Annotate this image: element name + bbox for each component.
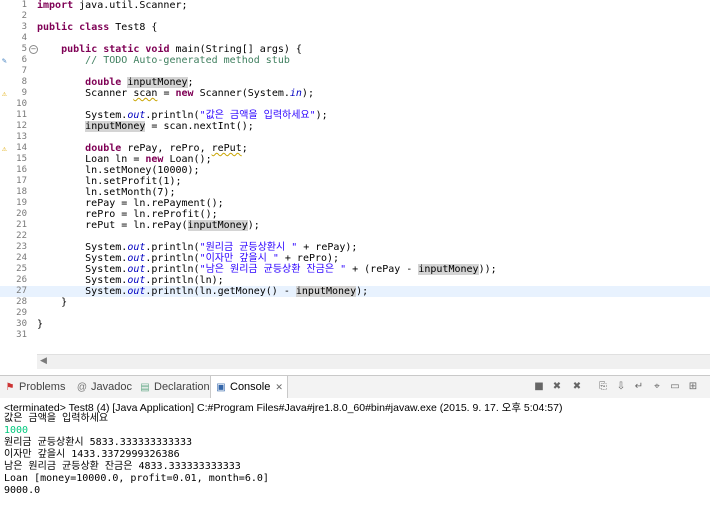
code-line[interactable]: 4 <box>0 33 710 44</box>
code-line[interactable]: 5− public static void main(String[] args… <box>0 44 710 55</box>
remove-launch-icon[interactable]: ✖ <box>550 380 564 394</box>
console-line: 이자만 갚을시 1433.3372999326386 <box>4 449 180 460</box>
code-line[interactable]: 17 ln.setProfit(1); <box>0 176 710 187</box>
code-line[interactable]: 14 ⚠ double rePay, rePro, rePut; <box>0 143 710 154</box>
code-line[interactable]: 23 System.out.println("원리금 균등상환시 " + reP… <box>0 242 710 253</box>
code-line[interactable]: 20 rePro = ln.reProfit(); <box>0 209 710 220</box>
code-line[interactable]: 19 rePay = ln.rePayment(); <box>0 198 710 209</box>
code-line-current[interactable]: 27 System.out.println(ln.getMoney() - in… <box>0 286 710 297</box>
code-line[interactable]: 29 <box>0 308 710 319</box>
display-selected-console-icon[interactable]: ▭ <box>668 380 682 394</box>
console-input-line: 1000 <box>4 425 29 436</box>
code-editor[interactable]: 1 import java.util.Scanner; 2 3 public cla… <box>0 0 710 354</box>
code-line[interactable]: 3 public class Test8 { <box>0 22 710 33</box>
tab-console[interactable]: ▣ Console ✕ <box>210 376 288 398</box>
bottom-view-tabs: ⚑ Problems @ Javadoc ▤ Declaration ▣ Console… <box>0 375 710 399</box>
at-sign-icon: @ <box>76 382 88 393</box>
problems-icon: ⚑ <box>5 382 15 393</box>
code-line[interactable]: 1 import java.util.Scanner; <box>0 0 710 11</box>
horizontal-scrollbar[interactable]: ◀ <box>37 354 710 369</box>
word-wrap-icon[interactable]: ↵ <box>632 380 646 394</box>
task-marker-icon[interactable]: ✎ <box>2 55 7 66</box>
code-line[interactable]: 31 <box>0 330 710 341</box>
console-line: 남은 원리금 균등상환 잔금은 4833.333333333333 <box>4 461 241 472</box>
close-icon[interactable]: ✕ <box>275 382 283 392</box>
console-line: 값은 금액을 입력하세요 <box>4 413 109 424</box>
code-line[interactable]: 28 } <box>0 297 710 308</box>
tab-problems[interactable]: ⚑ Problems <box>4 376 66 398</box>
console-icon: ▣ <box>216 382 226 393</box>
code-line[interactable]: 22 <box>0 231 710 242</box>
code-line[interactable]: 12 inputMoney = scan.nextInt(); <box>0 121 710 132</box>
code-line[interactable]: 9 ⚠ Scanner scan = new Scanner(System.in)… <box>0 88 710 99</box>
code-line[interactable]: 7 <box>0 66 710 77</box>
scroll-left-icon[interactable]: ◀ <box>40 356 47 366</box>
warning-icon[interactable]: ⚠ <box>2 88 7 99</box>
code-line[interactable]: 25 System.out.println("남은 원리금 균등상환 잔금은 "… <box>0 264 710 275</box>
open-console-icon[interactable]: ⊞ <box>686 380 700 394</box>
console-line: Loan [money=10000.0, profit=0.01, month=… <box>4 473 269 484</box>
code-line[interactable]: 2 <box>0 11 710 22</box>
pin-console-icon[interactable]: ⌖ <box>650 380 664 394</box>
tab-declaration[interactable]: ▤ Declaration <box>139 376 209 398</box>
tab-javadoc[interactable]: @ Javadoc <box>76 376 132 398</box>
declaration-icon: ▤ <box>140 382 150 393</box>
code-line[interactable]: 15 Loan ln = new Loan(); <box>0 154 710 165</box>
clear-console-icon[interactable]: ⎘ <box>596 380 610 394</box>
console-line: 9000.0 <box>4 485 41 496</box>
code-line[interactable]: 13 <box>0 132 710 143</box>
code-line[interactable]: 21 rePut = ln.rePay(inputMoney); <box>0 220 710 231</box>
code-line[interactable]: 11 System.out.println("값은 금액을 입력하세요"); <box>0 110 710 121</box>
code-line[interactable]: 6 ✎ // TODO Auto-generated method stub <box>0 55 710 66</box>
terminate-icon[interactable]: ■ <box>532 380 546 394</box>
code-line[interactable]: 16 ln.setMoney(10000); <box>0 165 710 176</box>
code-line[interactable]: 30} <box>0 319 710 330</box>
code-line[interactable]: 24 System.out.println("이자만 갚을시 " + rePro… <box>0 253 710 264</box>
remove-all-launches-icon[interactable]: ✖ <box>570 380 584 394</box>
warning-icon[interactable]: ⚠ <box>2 143 7 154</box>
code-line[interactable]: 26 System.out.println(ln); <box>0 275 710 286</box>
console-line: 원리금 균등상환시 5833.333333333333 <box>4 437 192 448</box>
code-line[interactable]: 8 double inputMoney; <box>0 77 710 88</box>
code-line[interactable]: 10 <box>0 99 710 110</box>
scroll-lock-icon[interactable]: ⇩ <box>614 380 628 394</box>
console-output[interactable]: <terminated> Test8 (4) [Java Application… <box>0 398 710 506</box>
code-line[interactable]: 18 ln.setMonth(7); <box>0 187 710 198</box>
